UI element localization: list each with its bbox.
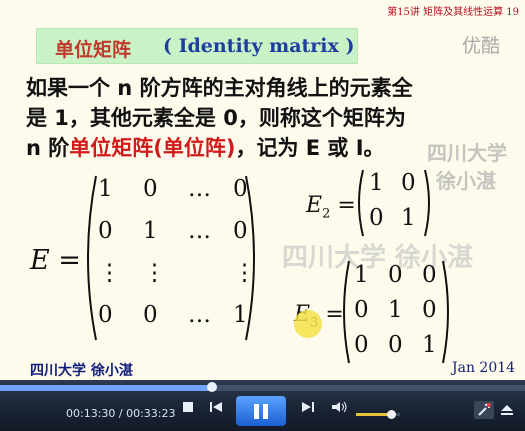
matrix-e-cell: 0: [233, 176, 248, 202]
pause-button[interactable]: [236, 396, 286, 426]
matrix-e2-letter: E: [306, 193, 323, 218]
title-english: ( Identity matrix ): [163, 35, 355, 57]
matrix-e-cell: 0: [98, 218, 113, 244]
watermark-author: 徐小湛: [436, 169, 496, 193]
matrix-e3-cell: 0: [354, 297, 369, 323]
matrix-e3-cell: 0: [422, 262, 437, 288]
matrix-e-cell: ⋮: [98, 260, 121, 286]
matrix-e-cell: …: [188, 302, 211, 328]
line3-suffix: ，记为 E 或 I。: [235, 136, 385, 160]
pause-icon: [254, 404, 268, 419]
matrix-e-cell: ⋮: [233, 260, 256, 286]
eject-icon[interactable]: [500, 403, 514, 417]
title-box: 单位矩阵 ( Identity matrix ): [36, 28, 358, 64]
definition-line-3: n 阶单位矩阵(单位阵)，记为 E 或 I。: [26, 132, 385, 162]
settings-button[interactable]: [474, 401, 494, 419]
matrix-e3-cell: 1: [354, 262, 369, 288]
line3-term: 单位矩阵(单位阵): [69, 136, 236, 160]
youku-logo: 优酷: [462, 35, 501, 57]
matrix-e3-cell: 0: [388, 262, 403, 288]
cursor-highlight: [294, 310, 322, 338]
volume-level: [356, 413, 392, 416]
matrix-e-cell: 1: [98, 176, 113, 202]
matrix-e2-cell: 1: [401, 205, 416, 231]
matrix-e3-cell: 1: [422, 332, 437, 358]
volume-slider[interactable]: [356, 410, 400, 419]
matrix-e-cell: 1: [143, 218, 158, 244]
matrix-e-cell: 0: [143, 302, 158, 328]
footer-author: 四川大学 徐小湛: [30, 363, 133, 379]
title-chinese: 单位矩阵: [55, 39, 132, 61]
matrix-e3-cell: 0: [388, 332, 403, 358]
matrix-e3-cell: 1: [388, 297, 403, 323]
line3-prefix: n 阶: [26, 136, 70, 160]
footer-date: Jan 2014: [452, 360, 516, 376]
matrix-e-cell: ⋮: [143, 260, 166, 286]
slide-header: 第15讲 矩阵及其线性运算 19: [387, 7, 519, 18]
matrix-e-cell: …: [188, 218, 211, 244]
definition-line-2: 是 1，其他元素全是 0，则称这个矩阵为: [26, 106, 406, 130]
stop-icon[interactable]: [181, 400, 195, 414]
progress-bar[interactable]: [0, 382, 525, 392]
progress-fill: [0, 385, 213, 391]
wrench-icon: [478, 403, 491, 416]
watermark-university: 四川大学: [427, 141, 507, 165]
matrix-e-cell: 0: [98, 302, 113, 328]
next-icon[interactable]: [300, 400, 316, 414]
matrix-e2-cell: 0: [369, 205, 384, 231]
definition-line-1: 如果一个 n 阶方阵的主对角线上的元素全: [26, 76, 413, 100]
matrix-e3-cell: 0: [422, 297, 437, 323]
volume-icon[interactable]: [331, 400, 349, 414]
previous-icon[interactable]: [208, 400, 224, 414]
matrix-e-cell: 1: [233, 302, 248, 328]
matrix-e-cell: 0: [143, 176, 158, 202]
matrix-e-cell: 0: [233, 218, 248, 244]
progress-handle[interactable]: [207, 382, 218, 392]
matrix-e3-cell: 0: [354, 332, 369, 358]
matrix-e-cell: …: [188, 176, 211, 202]
matrix-e-label: E =: [30, 245, 81, 276]
video-frame: 第15讲 矩阵及其线性运算 19 单位矩阵 ( Identity matrix …: [0, 0, 525, 380]
matrix-e2-cell: 0: [401, 170, 416, 196]
time-display: 00:13:30 / 00:33:23: [66, 407, 176, 420]
matrix-e2-label: E2 =: [306, 193, 356, 222]
matrix-e2-cell: 1: [369, 170, 384, 196]
matrix-e2-brackets: [358, 169, 430, 237]
